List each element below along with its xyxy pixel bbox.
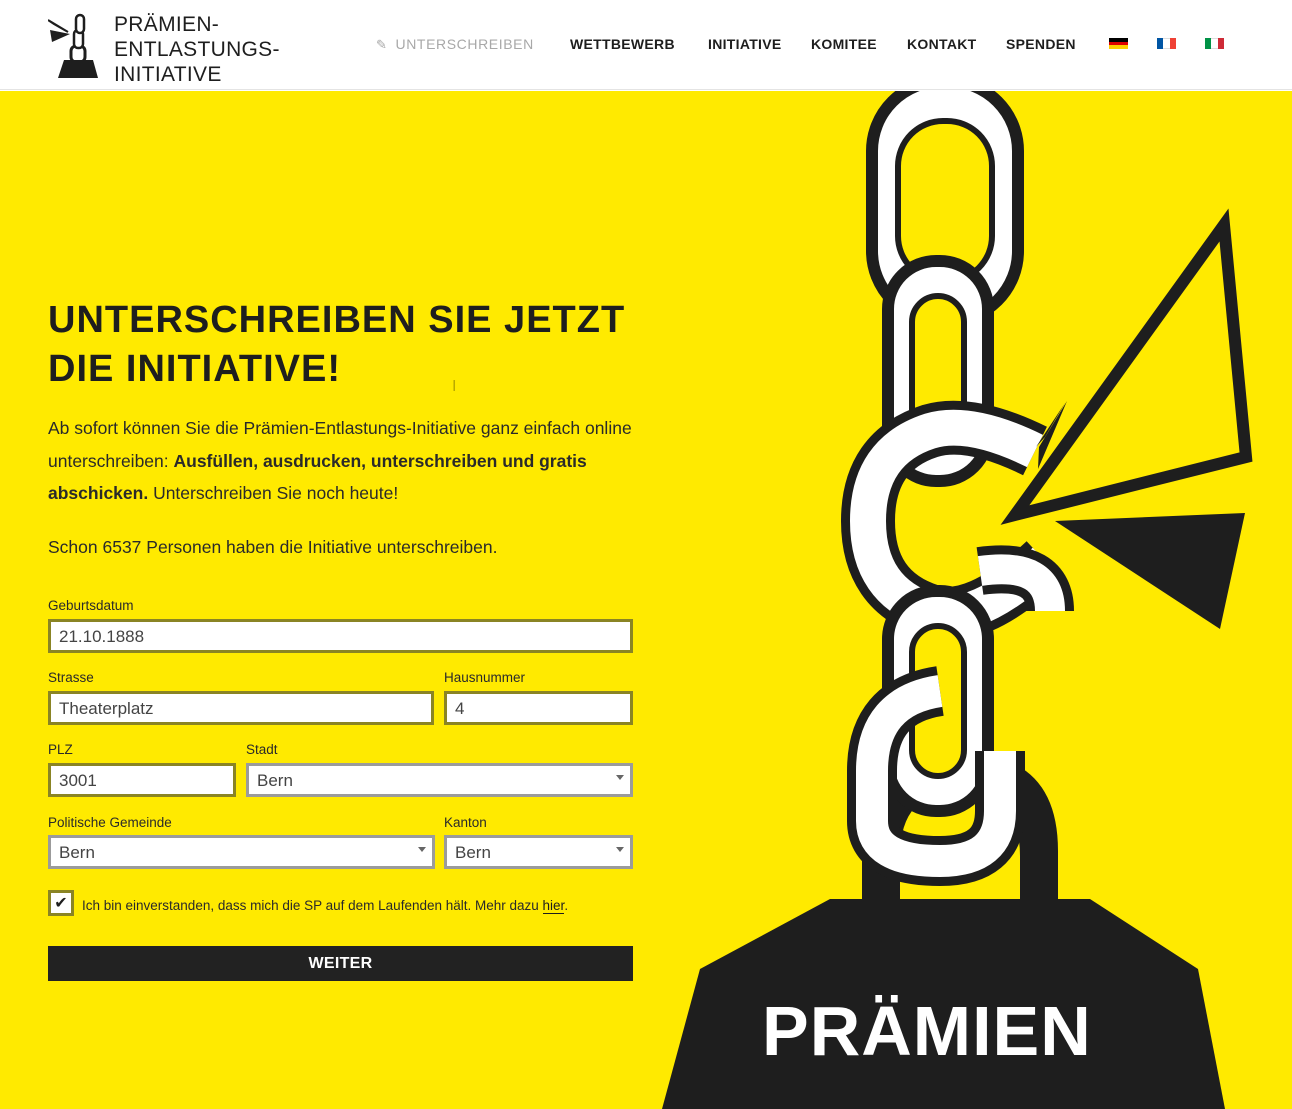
nav-item-spenden[interactable]: SPENDEN: [1006, 36, 1076, 52]
logo-line-3: INITIATIVE: [114, 63, 222, 86]
page-title-line-1: UNTERSCHREIBEN SIE JETZT: [48, 299, 626, 341]
street-label: Strasse: [48, 670, 94, 685]
illustration-label: PRÄMIEN: [762, 992, 1092, 1070]
consent-checkbox[interactable]: ✔: [48, 890, 74, 916]
logo-line-2: ENTLASTUNGS-: [114, 38, 280, 61]
checkmark-icon: ✔: [54, 895, 68, 912]
chevron-down-icon: [616, 775, 624, 780]
text-cursor-icon: I: [452, 378, 457, 395]
city-label: Stadt: [246, 742, 278, 757]
canton-label: Kanton: [444, 815, 487, 830]
consent-text: Ich bin einverstanden, dass mich die SP …: [82, 898, 569, 914]
nav-item-kontakt[interactable]: KONTAKT: [907, 36, 977, 52]
municipality-select[interactable]: Bern: [48, 835, 435, 869]
nav-item-wettbewerb[interactable]: WETTBEWERB: [570, 36, 675, 52]
site-header: PRÄMIEN- ENTLASTUNGS- INITIATIVE ✎ UNTERS…: [0, 0, 1292, 90]
city-value: Bern: [257, 771, 293, 790]
canton-select[interactable]: Bern: [444, 835, 633, 869]
zip-label: PLZ: [48, 742, 73, 757]
canton-value: Bern: [455, 843, 491, 862]
municipality-label: Politische Gemeinde: [48, 815, 172, 830]
pencil-icon: ✎: [376, 37, 388, 52]
chevron-down-icon: [418, 847, 426, 852]
municipality-value: Bern: [59, 843, 95, 862]
page-title-line-2: DIE INITIATIVE!: [48, 348, 341, 390]
street-field[interactable]: Theaterplatz: [48, 691, 434, 725]
birthdate-label: Geburtsdatum: [48, 598, 134, 613]
nav-item-initiative[interactable]: INITIATIVE: [708, 36, 782, 52]
nav-item-komitee[interactable]: KOMITEE: [811, 36, 877, 52]
intro-part-2: Unterschreiben Sie noch heute!: [148, 483, 399, 503]
logo-mark-icon: [48, 13, 98, 78]
consent-suffix: .: [564, 898, 569, 913]
submit-button[interactable]: WEITER: [48, 946, 633, 981]
nav-label: UNTERSCHREIBEN: [395, 36, 534, 52]
house-number-field[interactable]: 4: [444, 691, 633, 725]
page-title: UNTERSCHREIBEN SIE JETZT DIE INITIATIVE!: [48, 296, 668, 394]
flag-it-icon[interactable]: [1205, 38, 1224, 49]
consent-link[interactable]: hier: [542, 898, 565, 914]
signature-count: Schon 6537 Personen haben die Initiative…: [48, 537, 498, 557]
logo-text: PRÄMIEN- ENTLASTUNGS- INITIATIVE: [114, 12, 280, 87]
nav-item-unterschreiben[interactable]: ✎ UNTERSCHREIBEN: [376, 36, 534, 53]
birthdate-field[interactable]: 21.10.1888: [48, 619, 633, 653]
consent-label: Ich bin einverstanden, dass mich die SP …: [82, 898, 543, 913]
house-number-label: Hausnummer: [444, 670, 526, 685]
flag-de-icon[interactable]: [1109, 38, 1128, 50]
site-logo[interactable]: PRÄMIEN- ENTLASTUNGS- INITIATIVE: [48, 12, 308, 86]
flag-fr-icon[interactable]: [1157, 38, 1176, 49]
logo-line-1: PRÄMIEN-: [114, 13, 220, 36]
zip-field[interactable]: 3001: [48, 763, 236, 797]
intro-text: Ab sofort können Sie die Prämien-Entlast…: [48, 412, 638, 510]
city-select[interactable]: Bern: [246, 763, 633, 797]
hero-section: PRÄMIEN UNTERSCHREIBEN SIE JETZT DIE INI…: [0, 91, 1292, 1109]
chevron-down-icon: [616, 847, 624, 852]
chain-weight-illustration: [662, 91, 1253, 1109]
